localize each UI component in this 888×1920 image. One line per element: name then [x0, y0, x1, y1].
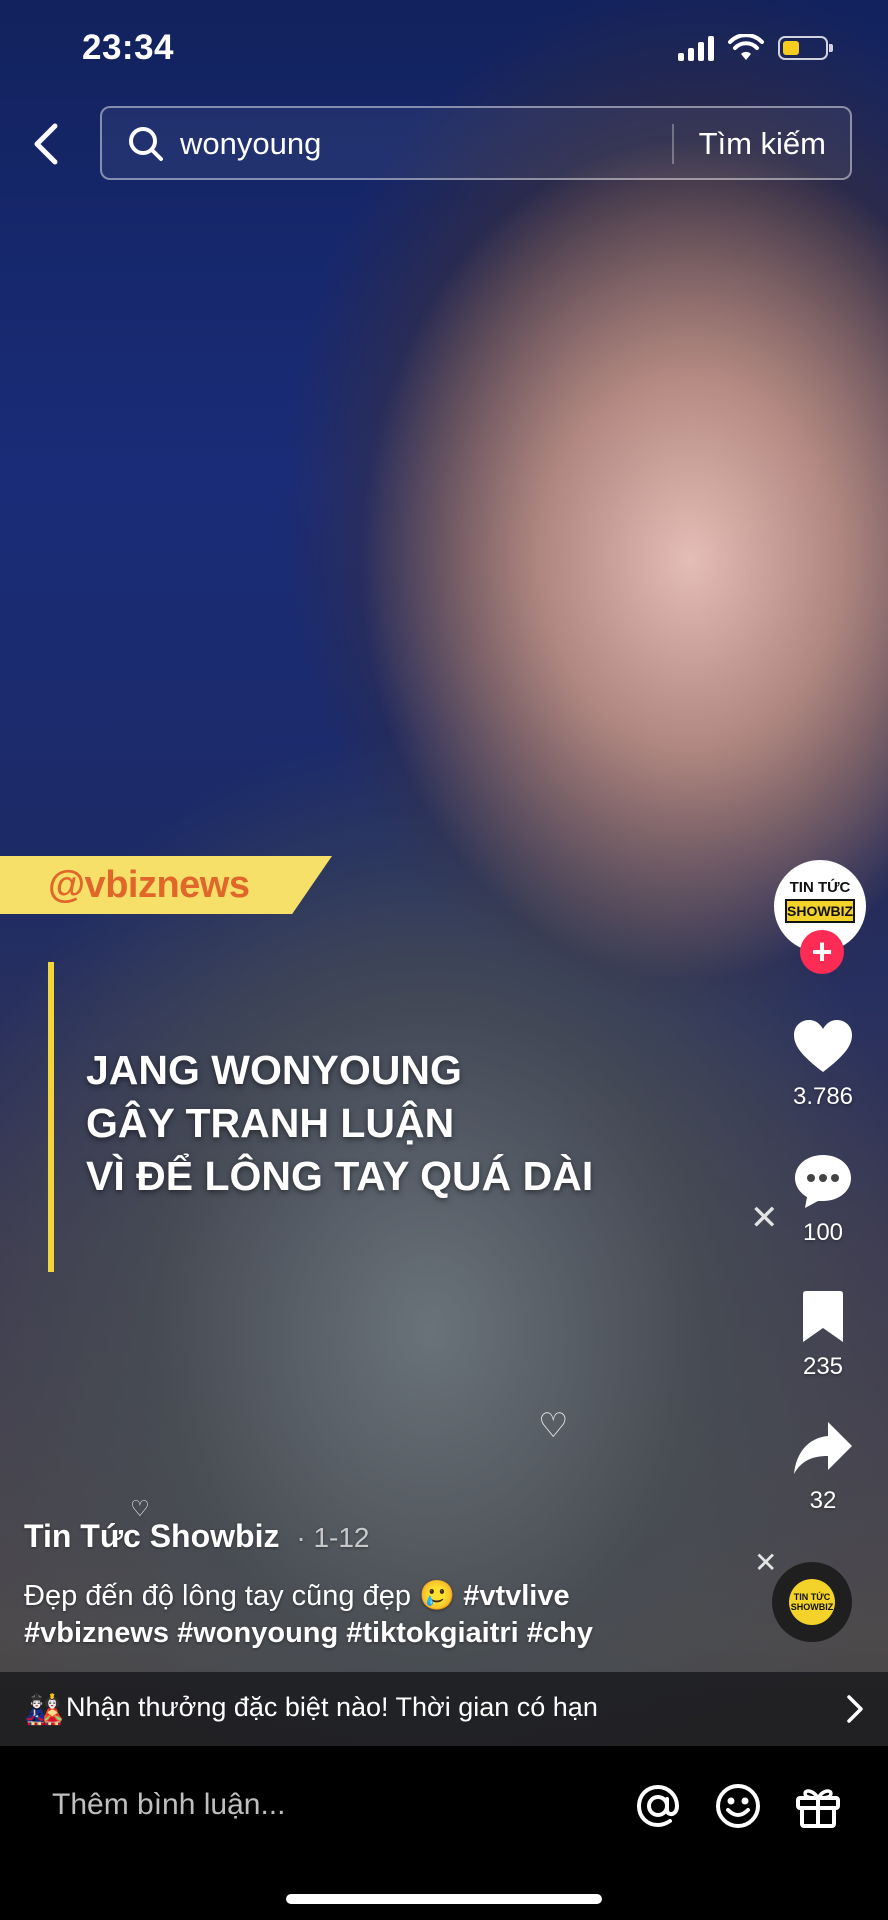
- decoration-sparkle-icon: ✕: [750, 1199, 779, 1237]
- post-author[interactable]: Tin Tức Showbiz · 1-12: [24, 1518, 370, 1555]
- decoration-sparkle-icon: ✕: [754, 1547, 778, 1578]
- comment-input[interactable]: Thêm bình luận...: [52, 1788, 285, 1822]
- music-disc-line1: TIN TỨC: [793, 1592, 831, 1602]
- promo-banner[interactable]: 🎎 Nhận thưởng đặc biệt nào! Thời gian có…: [0, 1672, 888, 1746]
- status-time: 23:34: [82, 28, 175, 67]
- bookmark-icon: [803, 1291, 843, 1342]
- search-input[interactable]: wonyoung: [180, 126, 321, 162]
- caption-text: Đẹp đến độ lông tay cũng đẹp 🥲: [24, 1580, 456, 1612]
- search-divider: [672, 124, 674, 164]
- promo-icon: 🎎: [24, 1691, 64, 1727]
- action-rail: TIN TỨC SHOWBIZ + 3.786 100 235 32 ✕ ✕ T…: [750, 0, 888, 1700]
- comment-bar: Thêm bình luận...: [0, 1746, 888, 1920]
- search-bar[interactable]: wonyoung Tìm kiếm: [100, 106, 852, 180]
- like-count: 3.786: [792, 1083, 854, 1110]
- post-caption[interactable]: Đẹp đến độ lông tay cũng đẹp 🥲 #vtvlive …: [24, 1578, 664, 1652]
- avatar-logo-line2: SHOWBIZ: [785, 899, 855, 923]
- share-count: 32: [809, 1487, 837, 1514]
- video-overlay-title: JANG WONYOUNG GÂY TRANH LUẬN VÌ ĐỂ LÔNG …: [86, 1044, 593, 1203]
- avatar-logo-line1: TIN TỨC: [789, 879, 851, 896]
- music-disc-logo: TIN TỨC SHOWBIZ: [789, 1579, 835, 1625]
- search-icon: [129, 127, 163, 161]
- video-screen[interactable]: 23:34 wonyoung Tìm kiếm @vbiznews JANG W…: [0, 0, 888, 1920]
- hashtag-links[interactable]: #vbiznews #wonyoung #tiktokgiaitri #chy: [24, 1617, 593, 1649]
- overlay-title-line: GÂY TRANH LUẬN: [86, 1100, 455, 1146]
- floating-heart-icon: ♡: [538, 1407, 569, 1445]
- hashtag-link[interactable]: #vtvlive: [463, 1580, 569, 1612]
- like-button[interactable]: 3.786: [758, 1018, 888, 1111]
- follow-button[interactable]: +: [800, 930, 844, 974]
- watermark-text: @vbiznews: [48, 864, 250, 906]
- save-button[interactable]: 235: [758, 1290, 888, 1381]
- status-bar: 23:34: [0, 0, 888, 100]
- overlay-title-line: VÌ ĐỂ LÔNG TAY QUÁ DÀI: [86, 1153, 594, 1199]
- back-button[interactable]: [22, 116, 70, 172]
- share-icon: [794, 1422, 852, 1474]
- post-date: · 1-12: [296, 1522, 370, 1553]
- channel-watermark: @vbiznews: [0, 856, 332, 914]
- gift-icon[interactable]: [794, 1782, 842, 1830]
- music-disc[interactable]: TIN TỨC SHOWBIZ: [772, 1562, 852, 1642]
- comment-icon: [795, 1155, 851, 1208]
- overlay-accent-bar: [48, 962, 54, 1272]
- emoji-icon[interactable]: [714, 1782, 762, 1830]
- author-name[interactable]: Tin Tức Showbiz: [24, 1518, 279, 1554]
- home-indicator[interactable]: [286, 1894, 602, 1904]
- mention-icon[interactable]: [634, 1782, 682, 1830]
- heart-icon: [794, 1020, 852, 1072]
- cellular-signal-icon: [678, 35, 714, 61]
- avatar-logo: TIN TỨC SHOWBIZ: [785, 879, 855, 923]
- overlay-title-line: JANG WONYOUNG: [86, 1047, 462, 1093]
- share-button[interactable]: 32: [758, 1420, 888, 1515]
- promo-text: Nhận thưởng đặc biệt nào! Thời gian có h…: [66, 1692, 598, 1722]
- music-disc-line2: SHOWBIZ: [790, 1602, 834, 1612]
- chevron-right-icon: [847, 1695, 863, 1723]
- save-count: 235: [802, 1353, 844, 1380]
- back-arrow-icon: [34, 123, 58, 165]
